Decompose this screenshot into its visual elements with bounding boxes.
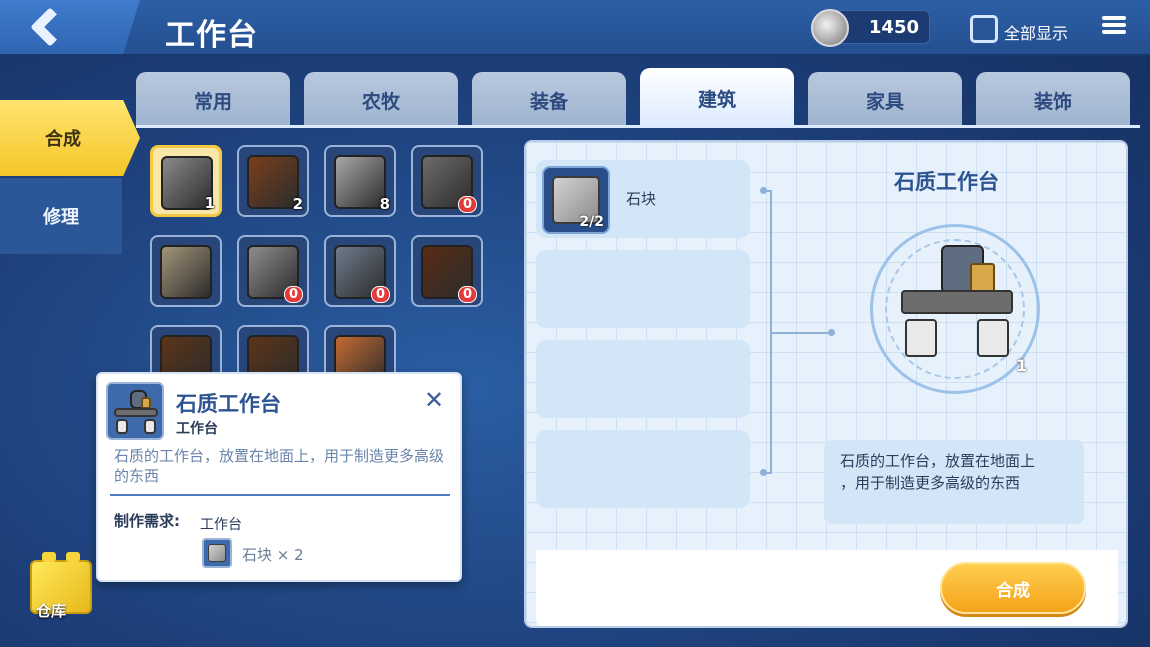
divider <box>110 494 450 496</box>
currency-amount: 1450 <box>868 17 919 38</box>
material-name: 石块 <box>626 190 657 208</box>
item-slot[interactable]: 0 <box>411 145 483 217</box>
item-slot[interactable]: 1 <box>150 145 222 217</box>
connector-line <box>770 332 830 334</box>
requirement-material: 石块 × 2 <box>242 546 304 564</box>
storage-button[interactable]: 仓库 <box>26 548 96 628</box>
connector-dot <box>760 187 767 194</box>
item-count: 8 <box>379 195 390 213</box>
item-tooltip: 石质工作台 工作台 ✕ 石质的工作台，放置在地面上，用于制造更多高级的东西 制作… <box>96 372 462 582</box>
coin-icon <box>811 9 849 47</box>
side-tab-craft[interactable]: 合成 <box>0 100 140 176</box>
list-menu-icon[interactable] <box>1102 16 1126 38</box>
tab-building[interactable]: 建筑 <box>640 68 794 128</box>
category-tabs: 常用 农牧 装备 建筑 家具 装饰 <box>136 68 1140 128</box>
tab-farming[interactable]: 农牧 <box>304 72 458 128</box>
item-grid: 1 2 8 0 0 0 0 <box>150 145 490 397</box>
item-slot[interactable] <box>150 235 222 307</box>
stone-workbench-icon <box>901 245 1013 357</box>
tab-underline <box>136 125 1140 128</box>
currency-display: 1450 <box>811 9 930 47</box>
close-icon[interactable]: ✕ <box>424 386 444 414</box>
item-slot[interactable]: 2 <box>237 145 309 217</box>
requirement-label: 制作需求: <box>114 512 180 530</box>
sand-block-icon <box>160 245 212 299</box>
material-row-empty <box>536 250 750 328</box>
wooden-window-icon <box>247 155 299 209</box>
result-description: 石质的工作台，放置在地面上 ，用于制造更多高级的东西 <box>824 440 1084 524</box>
tab-decoration[interactable]: 装饰 <box>976 72 1130 128</box>
tab-common[interactable]: 常用 <box>136 72 290 128</box>
stone-block-icon: 2/2 <box>542 166 610 234</box>
show-all-toggle[interactable]: 全部显示 <box>970 14 1068 44</box>
item-count: 2 <box>292 195 303 213</box>
stone-block-icon <box>202 538 232 568</box>
page-title: 工作台 <box>165 18 258 53</box>
result-ring <box>870 224 1040 394</box>
connector-line <box>770 190 772 472</box>
item-count: 0 <box>283 286 303 303</box>
item-slot[interactable]: 0 <box>324 235 396 307</box>
item-count: 1 <box>204 194 215 212</box>
back-arrow-icon <box>30 7 70 47</box>
top-bar: 工作台 1450 全部显示 <box>0 0 1150 56</box>
item-count: 0 <box>457 286 477 303</box>
material-row-empty <box>536 340 750 418</box>
back-button[interactable] <box>0 0 140 54</box>
material-row-empty <box>536 430 750 508</box>
result-count: 1 <box>1016 356 1028 375</box>
tooltip-subtitle: 工作台 <box>176 421 218 437</box>
requirement-station: 工作台 <box>200 517 242 533</box>
item-count: 0 <box>370 286 390 303</box>
craft-button[interactable]: 合成 <box>940 562 1086 614</box>
material-row[interactable]: 2/2 石块 <box>536 160 750 238</box>
side-tab-repair[interactable]: 修理 <box>0 178 122 254</box>
item-slot[interactable]: 0 <box>411 235 483 307</box>
tab-equipment[interactable]: 装备 <box>472 72 626 128</box>
result-title: 石质工作台 <box>894 170 999 194</box>
stone-workbench-icon <box>106 382 164 440</box>
tooltip-title: 石质工作台 <box>176 392 281 416</box>
item-slot[interactable]: 0 <box>237 235 309 307</box>
recipe-panel: 2/2 石块 石质工作台 1 石质的工作台，放置在地面上 ，用于制造更多高级的东… <box>524 140 1128 628</box>
stone-block-icon <box>334 155 386 209</box>
tab-furniture[interactable]: 家具 <box>808 72 962 128</box>
connector-dot <box>760 469 767 476</box>
tooltip-description: 石质的工作台，放置在地面上，用于制造更多高级的东西 <box>114 447 445 485</box>
storage-label: 仓库 <box>36 602 67 620</box>
item-count: 0 <box>457 196 477 213</box>
connector-dot <box>828 329 835 336</box>
show-all-checkbox[interactable] <box>970 15 998 43</box>
material-count: 2/2 <box>579 214 604 230</box>
item-slot[interactable]: 8 <box>324 145 396 217</box>
show-all-label: 全部显示 <box>1004 24 1069 43</box>
